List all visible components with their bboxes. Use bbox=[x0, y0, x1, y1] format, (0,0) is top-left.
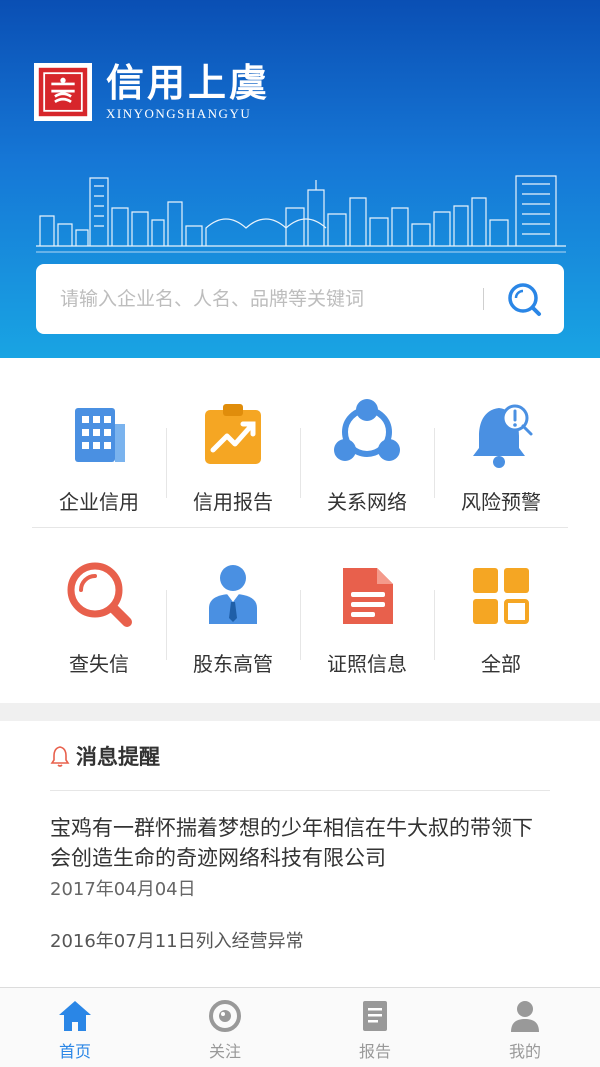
search-divider bbox=[483, 288, 484, 310]
hero-banner: 信用上虞 XINYONGSHANGYU bbox=[0, 0, 600, 358]
feature-label: 证照信息 bbox=[327, 652, 407, 676]
building-icon bbox=[75, 408, 125, 462]
section-separator bbox=[0, 703, 600, 721]
search-bar bbox=[36, 264, 564, 334]
bottom-tab-bar: 首页 关注 报告 我的 bbox=[0, 987, 600, 1067]
search-input[interactable] bbox=[36, 288, 483, 310]
feature-license-info[interactable]: 证照信息 bbox=[300, 542, 434, 688]
app-subtitle: XINYONGSHANGYU bbox=[106, 106, 252, 121]
feature-label: 风险预警 bbox=[461, 490, 541, 514]
network-icon bbox=[334, 399, 400, 461]
message-section: 消息提醒 宝鸡有一群怀揣着梦想的少年相信在牛大叔的带领下会创造生命的奇迹网络科技… bbox=[50, 721, 550, 953]
tab-report[interactable]: 报告 bbox=[300, 988, 450, 1067]
bell-icon bbox=[50, 745, 70, 767]
feature-grid: 企业信用 信用报告 关系网络 风险预警 查失信 股东高管 证照信息 全部 bbox=[32, 380, 568, 688]
tab-label: 报告 bbox=[358, 1042, 391, 1061]
app-logo: 信用上虞 XINYONGSHANGYU bbox=[34, 62, 270, 122]
message-item[interactable]: 宝鸡有一群怀揣着梦想的少年相信在牛大叔的带领下会创造生命的奇迹网络科技有限公司 … bbox=[50, 813, 550, 901]
feature-risk-alert[interactable]: 风险预警 bbox=[434, 380, 568, 527]
feature-label: 关系网络 bbox=[327, 490, 407, 514]
feature-credit-report[interactable]: 信用报告 bbox=[166, 380, 300, 527]
user-icon bbox=[511, 1001, 539, 1032]
person-tie-icon bbox=[209, 565, 257, 624]
feature-enterprise-credit[interactable]: 企业信用 bbox=[32, 380, 166, 527]
feature-label: 信用报告 bbox=[193, 490, 273, 514]
feature-label: 股东高管 bbox=[193, 652, 273, 676]
message-item-date: 2017年04月04日 bbox=[50, 879, 196, 900]
message-item[interactable]: 2016年07月11日列入经营异常 bbox=[50, 927, 550, 953]
feature-label: 查失信 bbox=[69, 652, 129, 676]
home-icon bbox=[59, 1001, 91, 1031]
feature-label: 企业信用 bbox=[59, 490, 139, 514]
logo-seal-icon bbox=[34, 63, 92, 121]
message-header: 消息提醒 bbox=[50, 721, 550, 791]
feature-relationship-network[interactable]: 关系网络 bbox=[300, 380, 434, 527]
report-icon bbox=[363, 1001, 387, 1031]
search-icon[interactable] bbox=[504, 279, 544, 319]
clipboard-chart-icon bbox=[205, 404, 261, 464]
message-item-title: 宝鸡有一群怀揣着梦想的少年相信在牛大叔的带领下会创造生命的奇迹网络科技有限公司 bbox=[50, 816, 533, 870]
magnifier-icon bbox=[67, 562, 132, 627]
grid-icon bbox=[473, 568, 529, 624]
feature-label: 全部 bbox=[481, 652, 521, 676]
tab-follow[interactable]: 关注 bbox=[150, 988, 300, 1067]
feature-shareholders-executives[interactable]: 股东高管 bbox=[166, 542, 300, 688]
tab-home[interactable]: 首页 bbox=[0, 988, 150, 1067]
app-title: 信用上虞 bbox=[106, 60, 271, 105]
feature-all[interactable]: 全部 bbox=[434, 542, 568, 688]
tab-label: 我的 bbox=[508, 1042, 541, 1061]
eye-icon bbox=[209, 1000, 241, 1032]
tab-label: 首页 bbox=[58, 1042, 91, 1061]
feature-dishonesty-search[interactable]: 查失信 bbox=[32, 542, 166, 688]
document-icon bbox=[343, 568, 393, 624]
tab-mine[interactable]: 我的 bbox=[450, 988, 600, 1067]
city-skyline-illustration bbox=[36, 175, 566, 253]
alert-bell-icon bbox=[473, 404, 533, 468]
tab-label: 关注 bbox=[208, 1042, 241, 1061]
message-title: 消息提醒 bbox=[76, 744, 160, 769]
